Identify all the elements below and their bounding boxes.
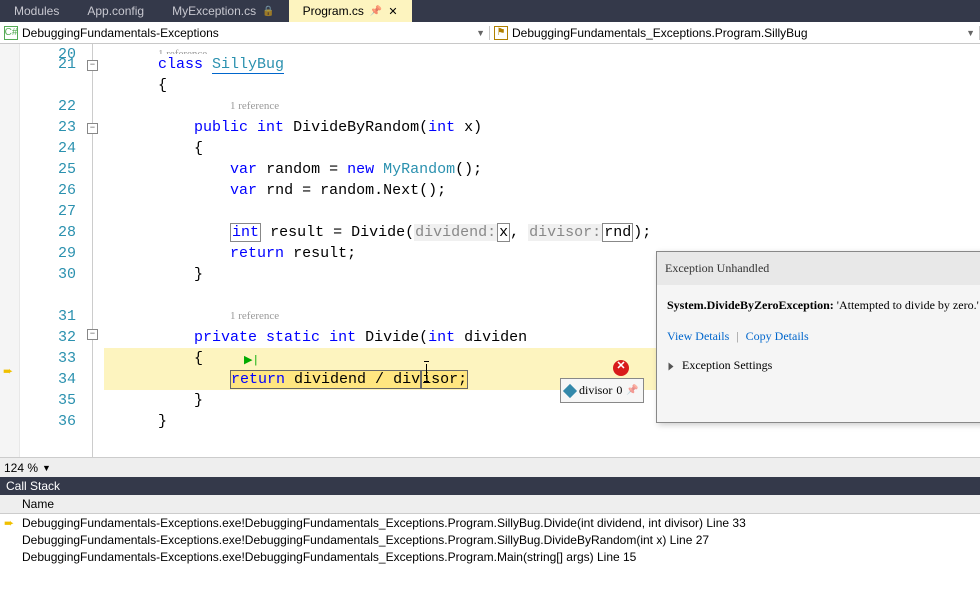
exception-title: Exception Unhandled (665, 258, 980, 279)
tab-program[interactable]: Program.cs📌✕ (289, 0, 412, 22)
chevron-down-icon: ▼ (42, 463, 51, 473)
codelens[interactable]: 1 reference (104, 96, 980, 117)
callstack-row[interactable]: DebuggingFundamentals-Exceptions.exe!Deb… (0, 531, 980, 548)
pin-icon[interactable]: 📌 (370, 6, 382, 17)
code-content[interactable]: 1 reference class SillyBug { 1 reference… (104, 44, 980, 457)
current-frame-icon: ➨ (4, 516, 22, 530)
callstack-row[interactable]: DebuggingFundamentals-Exceptions.exe!Deb… (0, 548, 980, 565)
code-editor[interactable]: ➨ 2021222324252627282930313233343536 − −… (0, 44, 980, 457)
datatip-name: divisor (579, 380, 612, 401)
close-icon[interactable]: ✕ (388, 5, 397, 18)
pin-icon: 🔒 (262, 6, 274, 17)
text-caret (426, 364, 427, 379)
navigation-bar: C# DebuggingFundamentals-Exceptions ▼ ⚑ … (0, 22, 980, 44)
chevron-right-icon (669, 362, 674, 370)
outlining-margin: − − − (86, 44, 104, 457)
exception-error-icon[interactable]: ✕ (613, 360, 629, 376)
fold-toggle[interactable]: − (87, 329, 98, 340)
current-statement-icon: ➨ (3, 362, 13, 383)
fold-toggle[interactable]: − (87, 60, 98, 71)
chevron-down-icon: ▼ (966, 28, 975, 38)
data-tip[interactable]: divisor 0 📌 (560, 378, 644, 403)
copy-details-link[interactable]: Copy Details (746, 329, 809, 343)
view-details-link[interactable]: View Details (667, 329, 729, 343)
datatip-value: 0 (616, 380, 622, 401)
method-icon: ⚑ (494, 26, 508, 40)
pin-icon[interactable]: 📌 (626, 380, 638, 401)
exception-type: System.DivideByZeroException: (667, 298, 834, 312)
callstack-row[interactable]: ➨DebuggingFundamentals-Exceptions.exe!De… (0, 514, 980, 531)
scope-dropdown-right[interactable]: ⚑ DebuggingFundamentals_Exceptions.Progr… (490, 26, 980, 40)
exception-settings-expander[interactable]: Exception Settings (657, 355, 980, 384)
field-icon (563, 383, 577, 397)
scope-dropdown-left[interactable]: C# DebuggingFundamentals-Exceptions ▼ (0, 26, 490, 40)
callstack-rows: ➨DebuggingFundamentals-Exceptions.exe!De… (0, 514, 980, 565)
line-numbers: 2021222324252627282930313233343536 (20, 44, 86, 457)
exception-helper: Exception Unhandled 📌 ✕ System.DivideByZ… (656, 251, 980, 423)
callstack-column-header[interactable]: Name (0, 495, 980, 514)
glyph-margin: ➨ (0, 44, 20, 457)
tab-myexception[interactable]: MyException.cs🔒 (158, 0, 288, 22)
frame-text: DebuggingFundamentals-Exceptions.exe!Deb… (22, 550, 636, 564)
frame-text: DebuggingFundamentals-Exceptions.exe!Deb… (22, 516, 746, 530)
tab-appconfig[interactable]: App.config (73, 0, 158, 22)
exception-message: 'Attempted to divide by zero.' (837, 298, 979, 312)
csharp-icon: C# (4, 26, 18, 40)
chevron-down-icon: ▼ (476, 28, 485, 38)
frame-text: DebuggingFundamentals-Exceptions.exe!Deb… (22, 533, 709, 547)
callstack-panel-title[interactable]: Call Stack (0, 477, 980, 495)
fold-toggle[interactable]: − (87, 123, 98, 134)
zoom-selector[interactable]: 124 %▼ (0, 457, 980, 477)
tab-modules[interactable]: Modules (0, 0, 73, 22)
document-tabs: Modules App.config MyException.cs🔒 Progr… (0, 0, 980, 22)
